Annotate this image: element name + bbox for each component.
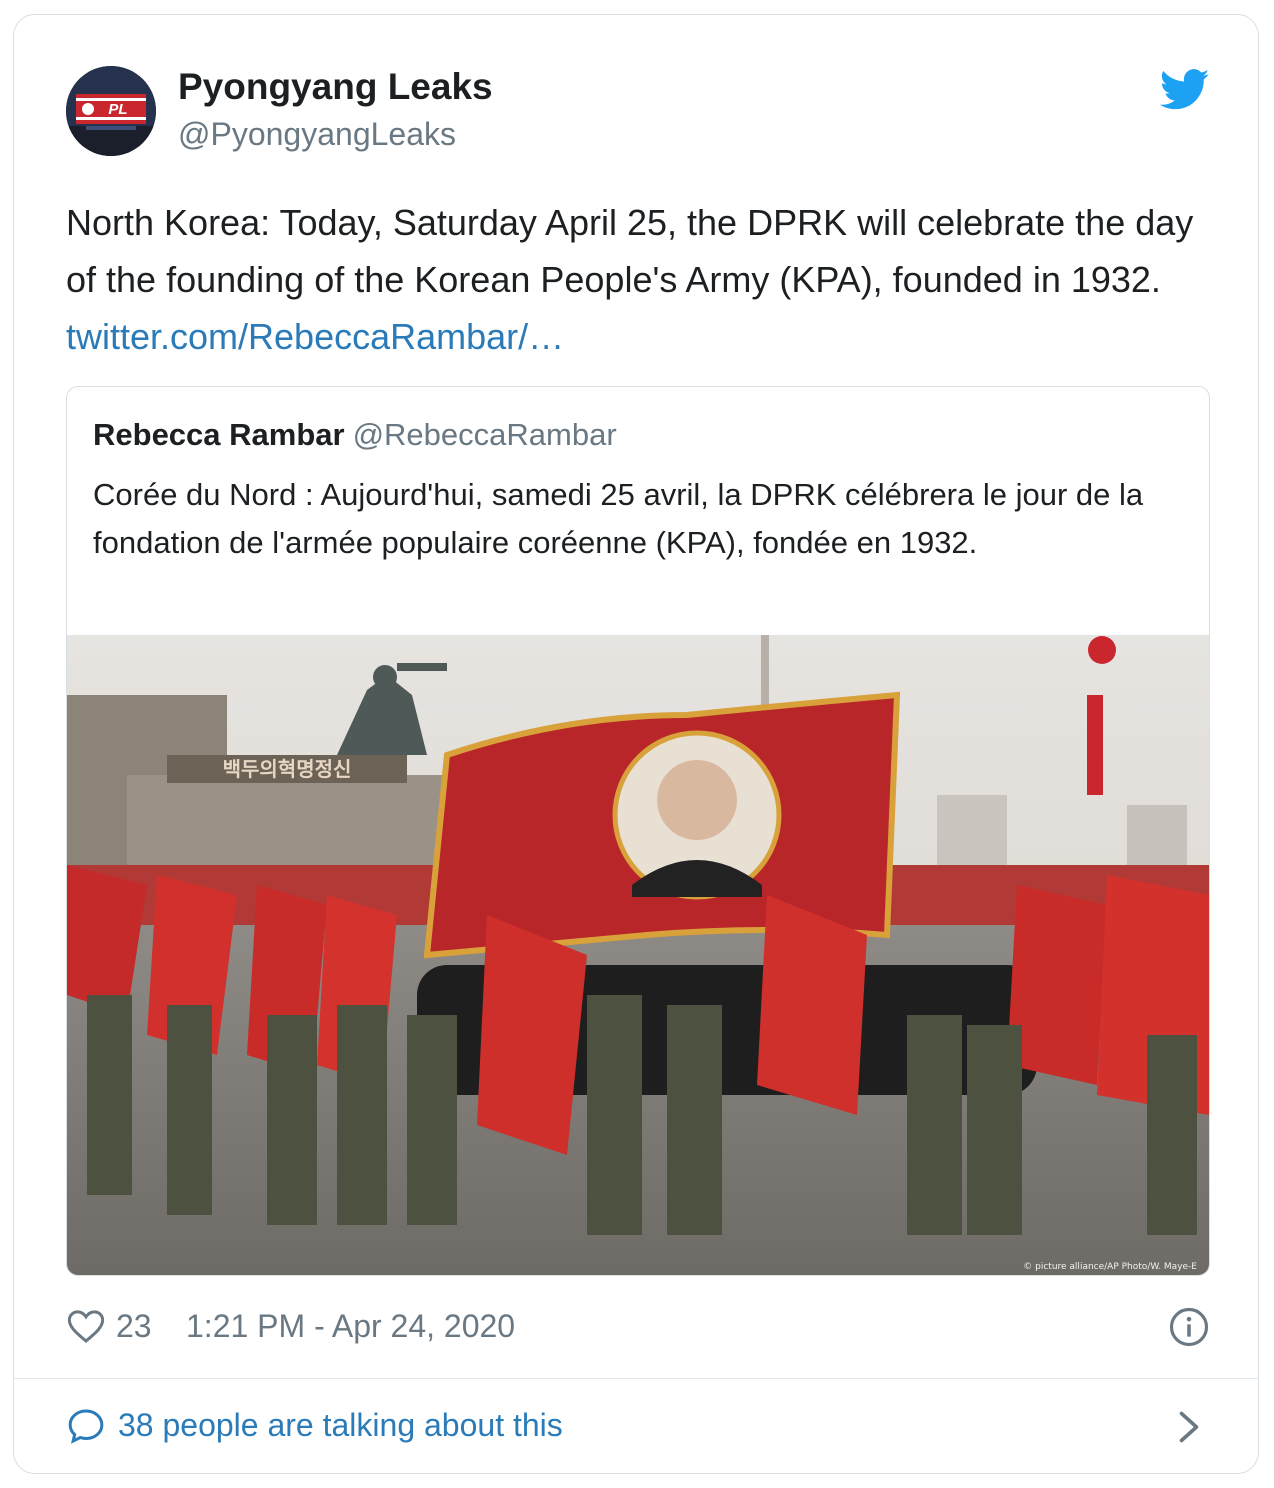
quoted-text: Corée du Nord : Aujourd'hui, samedi 25 a… (93, 477, 1144, 560)
talking-text[interactable]: 38 people are talking about this (118, 1407, 563, 1444)
author-display-name[interactable]: Pyongyang Leaks (178, 66, 493, 108)
footer-divider (13, 1378, 1259, 1379)
tweet-body: North Korea: Today, Saturday April 25, t… (66, 202, 1194, 300)
twitter-bird-icon[interactable] (1160, 68, 1210, 112)
tweet-text: North Korea: Today, Saturday April 25, t… (66, 194, 1216, 365)
image-credit: © picture alliance/AP Photo/W. Maye-E (1023, 1262, 1197, 1272)
tweet-timestamp[interactable]: 1:21 PM - Apr 24, 2020 (186, 1308, 515, 1345)
author-handle[interactable]: @PyongyangLeaks (178, 116, 456, 153)
tweet-link[interactable]: twitter.com/RebeccaRambar/… (66, 316, 564, 357)
heart-icon[interactable] (66, 1306, 106, 1346)
quoted-media-image[interactable]: 백두의혁명정신 © picture alliance/AP Photo/W. M… (67, 635, 1209, 1276)
conversation-link[interactable]: 38 people are talking about this (66, 1404, 1216, 1450)
avatar-logo-text: PL (108, 101, 127, 118)
quoted-tweet[interactable]: Rebecca Rambar @RebeccaRambar Corée du No… (66, 386, 1210, 1276)
quoted-display-name[interactable]: Rebecca Rambar (93, 417, 345, 452)
avatar-image: PL (66, 66, 156, 156)
author-avatar[interactable]: PL (66, 66, 156, 156)
like-count[interactable]: 23 (116, 1308, 152, 1345)
tweet-footer: 23 1:21 PM - Apr 24, 2020 (66, 1306, 1216, 1350)
image-banner-text: 백두의혁명정신 (223, 757, 352, 781)
info-icon[interactable] (1168, 1306, 1210, 1348)
quoted-header: Rebecca Rambar @RebeccaRambar (93, 417, 617, 453)
chevron-right-icon[interactable] (1174, 1408, 1204, 1446)
quoted-handle[interactable]: @RebeccaRambar (353, 417, 617, 452)
speech-bubble-icon (68, 1409, 104, 1444)
